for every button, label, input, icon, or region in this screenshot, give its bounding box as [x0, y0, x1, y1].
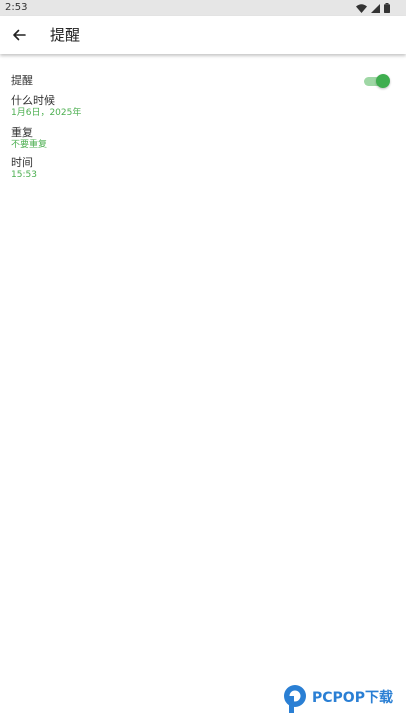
time-label: 时间 [11, 156, 33, 169]
reminder-switch[interactable] [364, 74, 390, 88]
watermark: PCPOP下载 [282, 684, 406, 714]
status-time: 2:53 [5, 2, 28, 13]
signal-icon [371, 3, 380, 13]
watermark-logo-icon [282, 684, 308, 714]
reminder-toggle-row[interactable]: 提醒 [0, 70, 406, 92]
when-setting-row[interactable]: 什么时候 1月6日，2025年 [0, 94, 406, 124]
status-icons [356, 2, 390, 14]
repeat-label: 重复 [11, 126, 33, 139]
time-value: 15:53 [11, 170, 37, 180]
switch-thumb [376, 74, 390, 88]
watermark-text: PCPOP下载 [312, 690, 393, 706]
time-setting-row[interactable]: 时间 15:53 [0, 156, 406, 186]
battery-icon [384, 3, 390, 13]
back-button[interactable] [8, 24, 30, 46]
wifi-icon [356, 3, 367, 13]
when-value: 1月6日，2025年 [11, 108, 82, 118]
page-title: 提醒 [50, 26, 81, 44]
repeat-setting-row[interactable]: 重复 不要重复 [0, 126, 406, 156]
reminder-label: 提醒 [11, 74, 33, 87]
when-label: 什么时候 [11, 94, 55, 107]
arrow-back-icon [12, 26, 26, 45]
repeat-value: 不要重复 [11, 140, 48, 150]
status-bar: 2:53 [0, 0, 406, 16]
app-bar: 提醒 [0, 16, 406, 54]
